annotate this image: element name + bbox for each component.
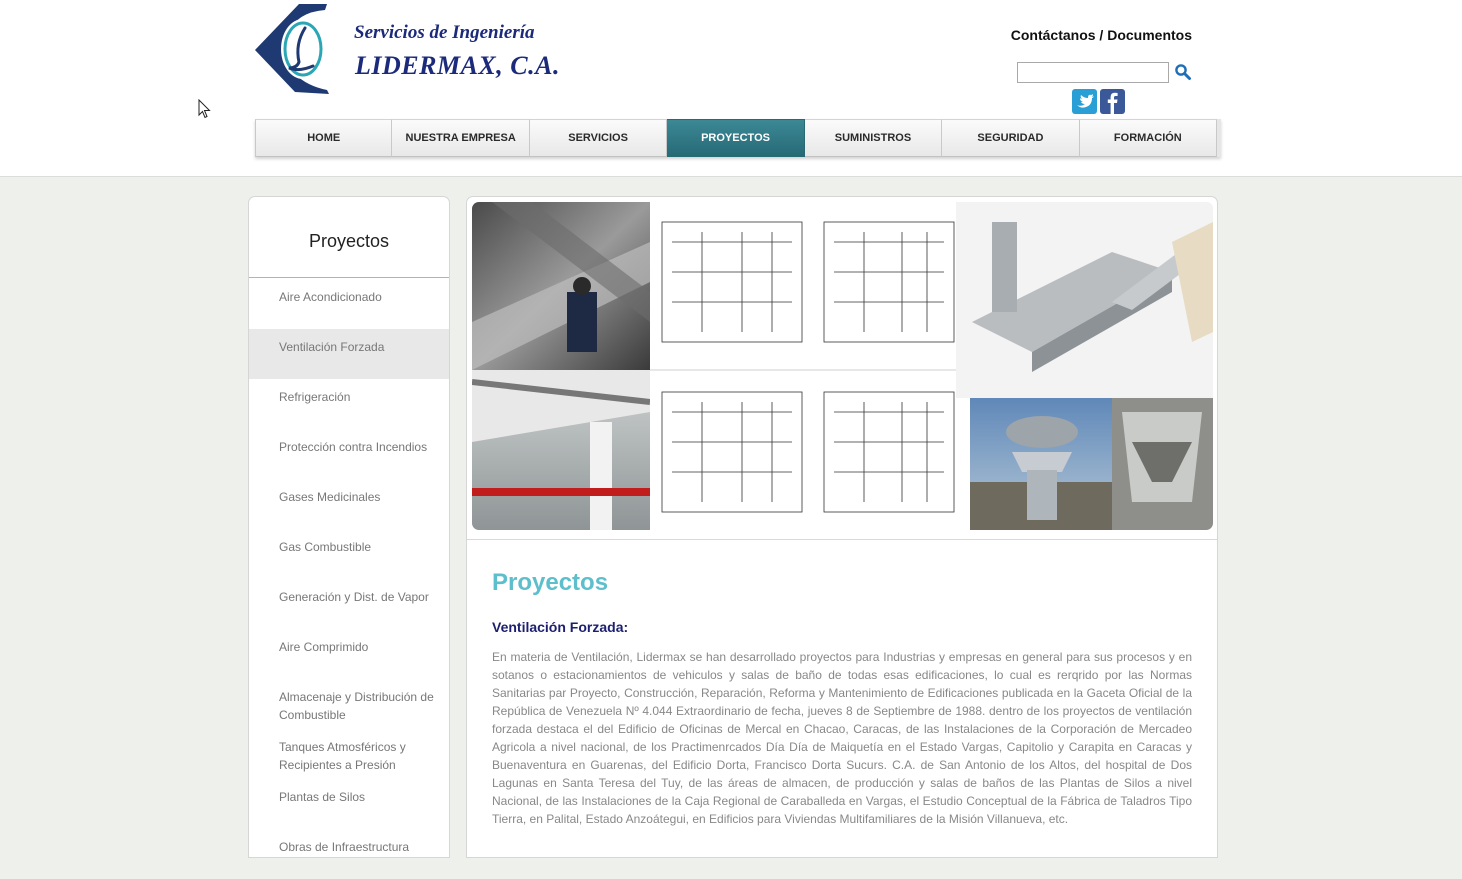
sidebar-item-plantas-silos[interactable]: Plantas de Silos: [249, 779, 449, 829]
facebook-icon: [1107, 92, 1118, 114]
nav-nuestra-empresa[interactable]: NUESTRA EMPRESA: [392, 119, 530, 157]
brand-tagline: Servicios de Ingeniería: [354, 22, 535, 43]
sidebar: Proyectos Aire Acondicionado Ventilación…: [248, 196, 450, 858]
main-navigation: HOME NUESTRA EMPRESA SERVICIOS PROYECTOS…: [255, 119, 1222, 157]
sidebar-item-generacion-vapor[interactable]: Generación y Dist. de Vapor: [249, 579, 449, 629]
nav-end-cap: [1217, 119, 1222, 157]
sidebar-item-proteccion-incendios[interactable]: Protección contra Incendios: [249, 429, 449, 479]
facebook-button[interactable]: [1100, 89, 1125, 114]
page-title: Proyectos: [492, 569, 609, 596]
sidebar-item-aire-acondicionado[interactable]: Aire Acondicionado: [249, 279, 449, 329]
sidebar-divider: [249, 277, 449, 278]
sidebar-item-obras-infraestructura[interactable]: Obras de Infraestructura: [249, 829, 449, 879]
twitter-icon: [1077, 94, 1094, 108]
sidebar-title: Proyectos: [308, 231, 390, 251]
nav-seguridad[interactable]: SEGURIDAD: [942, 119, 1080, 157]
sidebar-item-gases-medicinales[interactable]: Gases Medicinales: [249, 479, 449, 529]
nav-suministros[interactable]: SUMINISTROS: [804, 119, 943, 157]
sidebar-item-almacenaje-combustible[interactable]: Almacenaje y Distribución de Combustible: [249, 679, 449, 729]
sidebar-item-tanques-atmosfericos[interactable]: Tanques Atmosféricos y Recipientes a Pre…: [249, 729, 449, 779]
search-input[interactable]: [1017, 62, 1169, 83]
sidebar-item-ventilacion-forzada[interactable]: Ventilación Forzada: [249, 329, 449, 379]
ventilation-projects-collage: [472, 202, 1213, 530]
main-content: Proyectos Ventilación Forzada: En materi…: [466, 196, 1218, 858]
section-body-text: En materia de Ventilación, Lidermax se h…: [492, 650, 1192, 826]
twitter-button[interactable]: [1072, 89, 1097, 114]
site-header: Servicios de Ingeniería LIDERMAX, C.A. C…: [0, 0, 1462, 177]
content-divider: [467, 539, 1217, 540]
lidermax-logo[interactable]: [255, 4, 335, 94]
nav-proyectos[interactable]: PROYECTOS: [667, 119, 805, 157]
nav-home[interactable]: HOME: [255, 119, 393, 157]
nav-formacion[interactable]: FORMACIÓN: [1079, 119, 1218, 157]
contact-documents-link[interactable]: Contáctanos / Documentos: [1011, 27, 1192, 43]
sidebar-item-aire-comprimido[interactable]: Aire Comprimido: [249, 629, 449, 679]
contact-documents-links[interactable]: Contáctanos / Documentos: [960, 27, 1192, 43]
sidebar-item-refrigeracion[interactable]: Refrigeración: [249, 379, 449, 429]
brand-name: LIDERMAX, C.A.: [355, 51, 560, 80]
sidebar-item-gas-combustible[interactable]: Gas Combustible: [249, 529, 449, 579]
search-icon[interactable]: [1174, 63, 1192, 81]
nav-servicios[interactable]: SERVICIOS: [529, 119, 668, 157]
mouse-cursor-icon: [198, 99, 211, 119]
collage-image: [472, 202, 1213, 530]
section-subtitle: Ventilación Forzada:: [492, 619, 629, 635]
